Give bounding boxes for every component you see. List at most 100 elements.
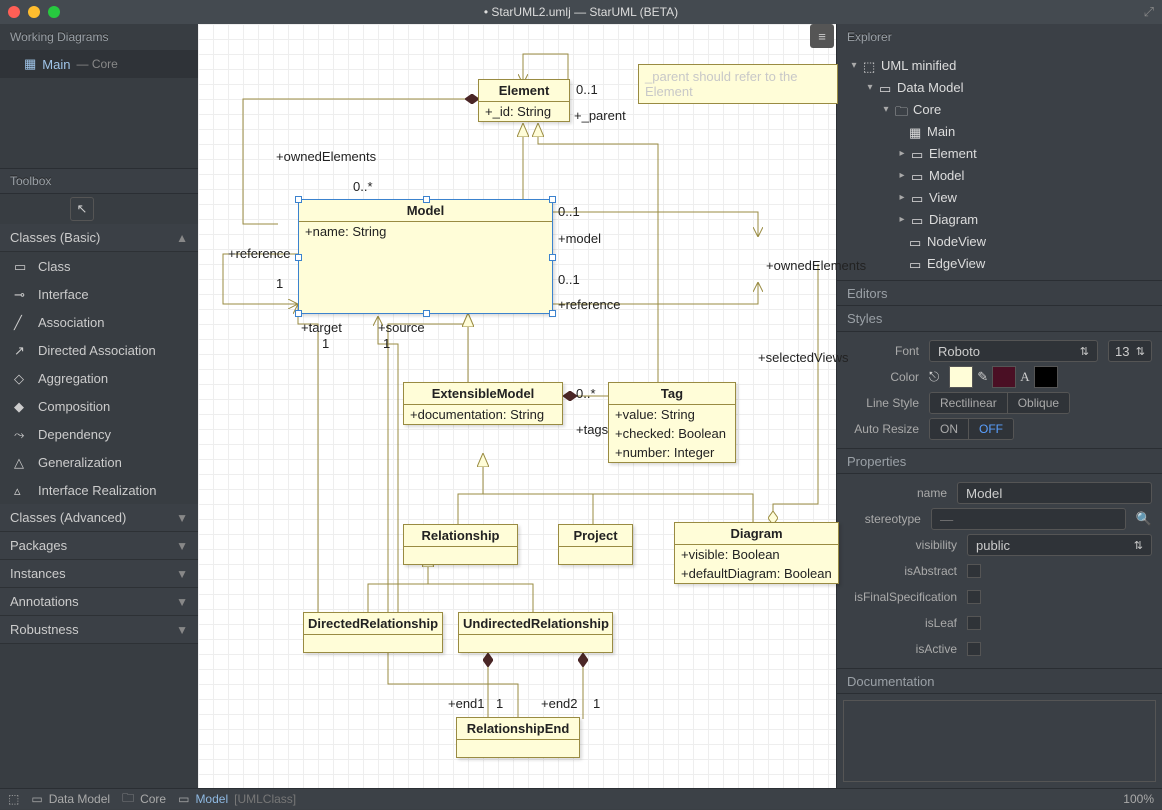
properties-header: Properties [837,448,1162,474]
prop-isleaf-checkbox[interactable] [967,616,981,630]
prop-isabstract-checkbox[interactable] [967,564,981,578]
class-icon: ▭ [911,169,925,181]
label-mult01c: 0..1 [558,272,580,287]
toolbox-cat-robustness[interactable]: Robustness▼ [0,616,198,644]
font-select[interactable]: Roboto⇅ [929,340,1098,362]
documentation-textarea[interactable] [843,700,1156,782]
class-icon: ▭ [911,191,925,203]
label-end1: +end1 [448,696,485,711]
prop-isfinal-checkbox[interactable] [967,590,981,604]
uml-class-relationship[interactable]: Relationship [403,524,518,565]
label-parent: +_parent [574,108,626,123]
chevron-down-icon: ▼ [176,623,188,637]
tree-item-element[interactable]: ▸▭Element [837,142,1162,164]
titlebar: • StarUML2.umlj — StarUML (BETA) ⤢ [0,0,1162,24]
tool-composition[interactable]: ◆Composition [0,392,198,420]
uml-class-project[interactable]: Project [558,524,633,565]
label-tags: +tags [576,422,608,437]
uml-class-extensiblemodel[interactable]: ExtensibleModel +documentation: String [403,382,563,425]
panel-grabber-icon[interactable]: ≡ [810,24,834,48]
line-color-swatch[interactable] [992,366,1016,388]
text-color-swatch[interactable] [1034,366,1058,388]
uml-note[interactable]: _parent should refer to the Element [638,64,838,104]
label-select: +selectedViews [758,350,848,365]
tool-aggregation[interactable]: ◇Aggregation [0,364,198,392]
updown-icon: ⇅ [1134,539,1143,552]
status-project-icon[interactable]: ⬚ [8,792,19,806]
uml-class-directedrelationship[interactable]: DirectedRelationship [303,612,443,653]
documentation-header: Documentation [837,668,1162,694]
fullscreen-icon[interactable]: ⤢ [1144,4,1154,20]
prop-visibility-select[interactable]: public⇅ [967,534,1152,556]
tree-item-view[interactable]: ▸▭View [837,186,1162,208]
tree-item-diagram[interactable]: ▸▭Diagram [837,208,1162,230]
tree-item-model[interactable]: ▸▭Model [837,164,1162,186]
text-icon[interactable]: A [1020,369,1029,385]
chevron-up-icon: ▲ [176,231,188,245]
tool-association[interactable]: ╱Association [0,308,198,336]
toolbox-header: Toolbox [0,168,198,194]
pointer-tool[interactable]: ↖ [70,197,94,221]
tree-item-main[interactable]: ▦Main [837,120,1162,142]
class-icon: ▭ [14,259,28,273]
tree-data-model[interactable]: ▾▭Data Model [837,76,1162,98]
prop-stereotype-label: stereotype [847,512,921,526]
chevron-down-icon: ▼ [176,539,188,553]
uml-class-diagram[interactable]: Diagram +visible: Boolean +defaultDiagra… [674,522,839,584]
tool-directed-association[interactable]: ↗Directed Association [0,336,198,364]
diagram-canvas[interactable]: Element +_id: String Model +name: String… [198,24,836,788]
auto-resize-off[interactable]: OFF [968,419,1013,439]
tool-class[interactable]: ▭Class [0,252,198,280]
toolbox-cat-instances[interactable]: Instances▼ [0,560,198,588]
auto-resize-on[interactable]: ON [930,419,968,439]
prop-isactive-checkbox[interactable] [967,642,981,656]
uml-class-relationshipend[interactable]: RelationshipEnd [456,717,580,758]
chevron-right-icon: ▸ [897,214,907,225]
composition-icon: ◆ [14,399,28,413]
toolbox-cat-annotations[interactable]: Annotations▼ [0,588,198,616]
font-label: Font [847,344,919,358]
tree-core[interactable]: ▾🗀Core [837,98,1162,120]
tool-generalization[interactable]: △Generalization [0,448,198,476]
pencil-icon[interactable]: ✎ [977,369,988,385]
uml-class-model[interactable]: Model +name: String [298,199,553,314]
auto-resize-label: Auto Resize [847,422,919,436]
chevron-down-icon: ▾ [849,60,859,71]
prop-stereotype-input[interactable] [931,508,1126,530]
fill-color-swatch[interactable] [949,366,973,388]
class-icon: ▭ [909,235,923,247]
toolbox-cat-basic[interactable]: Classes (Basic)▲ [0,224,198,252]
tree-item-nodeview[interactable]: ▭NodeView [837,230,1162,252]
right-sidebar: Explorer ▾⬚UML minified ▾▭Data Model ▾🗀C… [836,24,1162,788]
tool-dependency[interactable]: ⤳Dependency [0,420,198,448]
status-model[interactable]: ▭Model[UMLClass] [178,792,296,806]
status-core[interactable]: 🗀Core [122,789,166,810]
chevron-down-icon: ▾ [881,104,891,115]
font-size-select[interactable]: 13⇅ [1108,340,1152,362]
status-data-model[interactable]: ▭Data Model [31,792,110,806]
uml-class-element[interactable]: Element +_id: String [478,79,570,122]
zoom-level[interactable]: 100% [1123,792,1154,806]
tool-interface[interactable]: ⊸Interface [0,280,198,308]
eyedropper-icon[interactable]: ⎋ [929,369,939,385]
line-style-oblique[interactable]: Oblique [1007,393,1069,413]
prop-name-input[interactable] [957,482,1152,504]
chevron-right-icon: ▸ [897,148,907,159]
chevron-down-icon: ▼ [176,511,188,525]
uml-class-tag[interactable]: Tag +value: String +checked: Boolean +nu… [608,382,736,463]
tree-item-edgeview[interactable]: ▭EdgeView [837,252,1162,274]
open-diagram-main[interactable]: ▦ Main — Core [0,50,198,78]
prop-isfinal-label: isFinalSpecification [847,590,957,604]
tree-root[interactable]: ▾⬚UML minified [837,54,1162,76]
model-icon: ▭ [879,81,893,93]
search-icon[interactable]: 🔍 [1136,511,1152,527]
toolbox-cat-packages[interactable]: Packages▼ [0,532,198,560]
class-icon: ▭ [178,792,189,806]
tool-interface-realization[interactable]: ▵Interface Realization [0,476,198,504]
label-one: 1 [276,276,283,291]
prop-name-label: name [847,486,947,500]
label-source1: 1 [383,336,390,351]
toolbox-cat-advanced[interactable]: Classes (Advanced)▼ [0,504,198,532]
uml-class-undirectedrelationship[interactable]: UndirectedRelationship [458,612,613,653]
line-style-rectilinear[interactable]: Rectilinear [930,393,1007,413]
